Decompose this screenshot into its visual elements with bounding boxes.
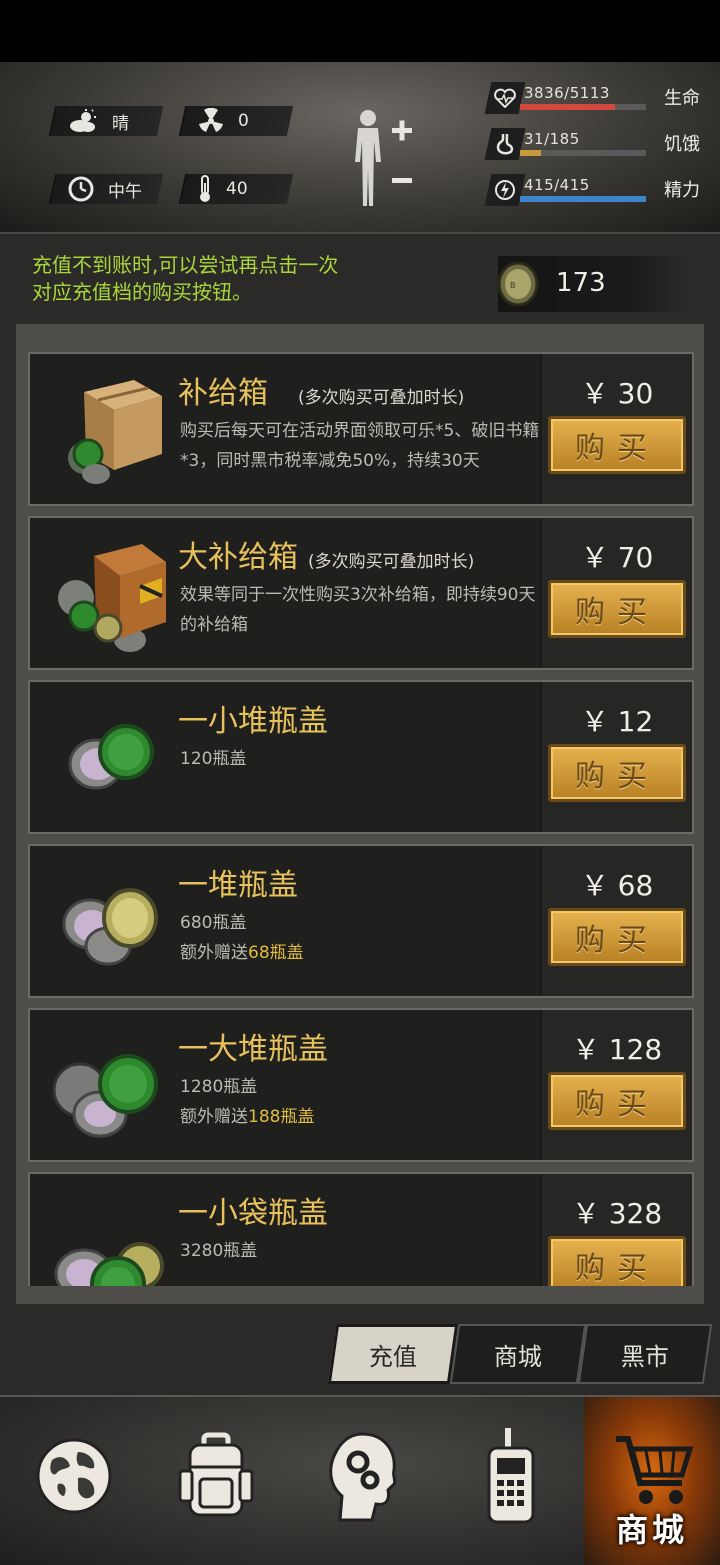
hunger-value: 31/185 <box>524 130 580 148</box>
shop-panel: 充值不到账时,可以尝试再点击一次 对应充值档的购买按钮。 B 173 补给箱 (… <box>0 232 720 1395</box>
nav-shop[interactable]: 商城 <box>584 1397 720 1565</box>
caps-balance: B 173 <box>497 256 688 312</box>
nav-radio[interactable] <box>460 1421 560 1531</box>
caps-balance-value: 173 <box>556 268 606 298</box>
hunger-label: 饥饿 <box>664 134 700 155</box>
small-pile-caps-icon <box>68 724 154 790</box>
supply-box-icon <box>68 380 162 484</box>
small-bag-caps-icon <box>54 1242 164 1286</box>
tab-mall[interactable]: 商城 <box>449 1324 587 1384</box>
shop-cart-icon <box>616 1436 694 1504</box>
energy-stat: 415/415 精力 <box>482 172 712 208</box>
large-supply-box-icon <box>58 544 166 652</box>
thermometer-icon <box>200 175 210 202</box>
weather-pill: 晴 <box>48 106 164 136</box>
bottom-nav: 商城 <box>0 1395 720 1565</box>
bottle-cap-icon: B <box>497 261 539 307</box>
health-bar-fill <box>520 104 615 110</box>
time-pill: 中午 <box>48 174 164 204</box>
big-pile-caps-icon <box>52 1054 158 1138</box>
buy-button[interactable]: 购买 <box>548 416 686 474</box>
item-title: 一小堆瓶盖 <box>178 704 328 739</box>
recharge-item-small-bag-caps: 一小袋瓶盖 3280瓶盖 ￥ 328 购买 <box>28 1172 694 1286</box>
energy-bar-fill <box>520 196 646 202</box>
weather-text: 晴 <box>112 113 129 134</box>
top-black-bar <box>0 0 720 62</box>
hunger-bar <box>520 150 646 156</box>
body-status-icon[interactable] <box>348 106 420 210</box>
item-price: ￥ 70 <box>580 541 654 574</box>
item-bonus: 额外赠送188瓶盖 <box>180 1107 315 1127</box>
recharge-list-frame: 补给箱 (多次购买可叠加时长) 购买后每天可在活动界面领取可乐*5、破旧书籍*3，… <box>14 322 706 1306</box>
buy-button[interactable]: 购买 <box>548 744 686 802</box>
tab-recharge[interactable]: 充值 <box>327 1324 459 1384</box>
nav-world-map[interactable] <box>24 1421 124 1531</box>
item-price: ￥ 328 <box>571 1197 663 1230</box>
item-description: 3280瓶盖 <box>180 1241 258 1261</box>
recharge-list[interactable]: 补给箱 (多次购买可叠加时长) 购买后每天可在活动界面领取可乐*5、破旧书籍*3，… <box>26 352 698 1286</box>
health-value: 3836/5113 <box>524 84 610 102</box>
lightning-icon <box>495 180 515 200</box>
item-price: ￥ 12 <box>580 705 654 738</box>
health-bar <box>520 104 646 110</box>
nav-shop-label: 商城 <box>615 1511 688 1549</box>
buy-button[interactable]: 购买 <box>548 1236 686 1286</box>
item-bonus: 额外赠送68瓶盖 <box>180 943 304 963</box>
recharge-item-pile-caps: 一堆瓶盖 680瓶盖 额外赠送68瓶盖 ￥ 68 购买 <box>28 844 694 998</box>
item-description: 680瓶盖 额外赠送68瓶盖 <box>180 908 550 968</box>
item-price: ￥ 30 <box>580 377 654 410</box>
temperature-value: 40 <box>226 179 248 199</box>
item-price: ￥ 68 <box>580 869 654 902</box>
recharge-item-small-pile-caps: 一小堆瓶盖 120瓶盖 ￥ 12 购买 <box>28 680 694 834</box>
recharge-item-big-pile-caps: 一大堆瓶盖 1280瓶盖 额外赠送188瓶盖 ￥ 128 购买 <box>28 1008 694 1162</box>
heart-icon <box>494 88 516 108</box>
buy-button[interactable]: 购买 <box>548 580 686 638</box>
time-of-day-text: 中午 <box>108 181 142 202</box>
hunger-stat: 31/185 饥饿 <box>482 126 712 162</box>
recharge-item-large-supply-box: 大补给箱 (多次购买可叠加时长) 效果等同于一次性购买3次补给箱，即持续90天的补… <box>28 516 694 670</box>
radiation-pill: 0 <box>178 106 294 136</box>
recharge-tip: 充值不到账时,可以尝试再点击一次 对应充值档的购买按钮。 <box>32 253 339 304</box>
item-description: 购买后每天可在活动界面领取可乐*5、破旧书籍*3，同时黑市税率减免50%，持续3… <box>180 421 540 471</box>
item-title: 一堆瓶盖 <box>178 868 298 903</box>
item-title: 大补给箱 (多次购买可叠加时长) <box>178 540 475 575</box>
item-description: 效果等同于一次性购买3次补给箱，即持续90天的补给箱 <box>180 585 536 635</box>
energy-label: 精力 <box>664 180 700 201</box>
nav-backpack[interactable] <box>166 1421 266 1531</box>
svg-text:B: B <box>510 281 516 290</box>
shop-tabs: 充值 商城 黑市 <box>320 1324 713 1386</box>
status-header: 晴 0 中午 40 3836/5113 生命 31/185 饥饿 415/415… <box>0 62 720 232</box>
stomach-icon <box>496 133 514 155</box>
sun-cloud-icon <box>70 109 96 132</box>
nav-skills[interactable] <box>312 1421 412 1531</box>
item-description: 120瓶盖 <box>180 749 247 769</box>
radiation-value: 0 <box>238 111 249 131</box>
radio-icon <box>487 1428 535 1524</box>
energy-bar <box>520 196 646 202</box>
clock-icon <box>68 176 94 202</box>
world-map-icon <box>36 1438 112 1514</box>
backpack-icon <box>178 1432 254 1517</box>
health-stat: 3836/5113 生命 <box>482 80 712 116</box>
item-price: ￥ 128 <box>571 1033 663 1066</box>
item-description: 1280瓶盖 额外赠送188瓶盖 <box>180 1072 550 1132</box>
recharge-item-supply-box: 补给箱 (多次购买可叠加时长) 购买后每天可在活动界面领取可乐*5、破旧书籍*3，… <box>28 352 694 506</box>
hunger-bar-fill <box>520 150 542 156</box>
item-title: 补给箱 (多次购买可叠加时长) <box>178 376 465 411</box>
pile-caps-icon <box>62 888 158 966</box>
tab-black-market[interactable]: 黑市 <box>577 1324 713 1384</box>
buy-button[interactable]: 购买 <box>548 1072 686 1130</box>
item-title: 一小袋瓶盖 <box>178 1196 328 1231</box>
energy-value: 415/415 <box>524 176 590 194</box>
radiation-icon <box>199 108 223 132</box>
health-label: 生命 <box>664 88 700 109</box>
buy-button[interactable]: 购买 <box>548 908 686 966</box>
skills-head-icon <box>329 1432 397 1522</box>
item-title: 一大堆瓶盖 <box>178 1032 328 1067</box>
temperature-pill: 40 <box>178 174 294 204</box>
